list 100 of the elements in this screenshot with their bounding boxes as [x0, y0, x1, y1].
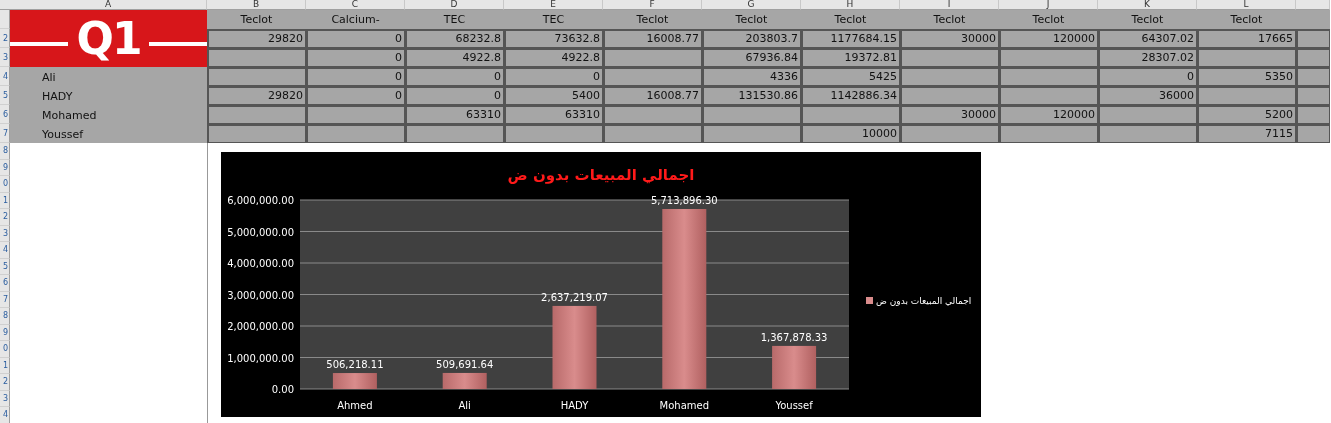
header-cell: TEC — [504, 10, 603, 29]
header-cell: Teclot — [900, 10, 999, 29]
column-header[interactable]: A — [10, 0, 207, 10]
column-header[interactable]: G — [702, 0, 801, 10]
table-cell: 67936.84 — [702, 48, 801, 67]
table-cell: 131530.86 — [702, 86, 801, 105]
header-cell: Teclot — [603, 10, 702, 29]
row-number[interactable]: 2 — [0, 374, 10, 391]
header-cell: Teclot — [1098, 10, 1197, 29]
header-cell: Teclot — [801, 10, 900, 29]
table-cell: 5200 — [1197, 105, 1296, 124]
row-number[interactable]: 2 — [0, 209, 10, 226]
table-cell: 73632.8 — [504, 29, 603, 48]
table-cell: 19372.81 — [801, 48, 900, 67]
table-cell: 16008.77 — [603, 86, 702, 105]
value-label: 5,713,896.30 — [650, 195, 718, 206]
table-cell: 0 — [405, 86, 504, 105]
table-cell: 10000 — [801, 124, 900, 143]
table-cell: 0 — [1098, 67, 1197, 86]
table-cell: 203803.7 — [702, 29, 801, 48]
y-tick-label: 3,000,000.00 — [227, 289, 294, 301]
column-header[interactable]: H — [801, 0, 900, 10]
category-label: Youssef — [775, 400, 813, 411]
table-cell: 5350 — [1197, 67, 1296, 86]
category-label: Ali — [458, 400, 471, 411]
row-number[interactable]: 9 — [0, 324, 10, 341]
column-header[interactable]: I — [900, 0, 999, 10]
category-label: Mohamed — [659, 400, 710, 411]
legend-swatch — [866, 297, 873, 304]
row-number[interactable]: 4 — [0, 407, 10, 423]
table-cell: 1142886.34 — [801, 86, 900, 105]
row-number[interactable]: 5 — [0, 258, 10, 275]
y-tick-label: 2,000,000.00 — [227, 321, 294, 332]
table-cell: 68232.8 — [405, 29, 504, 48]
row-number[interactable]: 3 — [0, 390, 10, 407]
bar — [332, 373, 377, 389]
value-label: 509,691.64 — [436, 358, 494, 370]
row-number[interactable]: 6 — [0, 275, 10, 292]
column-header[interactable]: B — [207, 0, 306, 10]
legend-label: اجمالي المبيعات بدون ض — [876, 296, 972, 306]
column-header[interactable]: K — [1098, 0, 1197, 10]
header-cell: Teclot — [702, 10, 801, 29]
value-label: 2,637,219.07 — [541, 291, 608, 303]
row-number[interactable]: 7 — [0, 124, 10, 143]
header-cell: TEC — [405, 10, 504, 29]
name-cell: HADY — [10, 86, 207, 105]
value-label: 506,218.11 — [326, 359, 384, 371]
y-tick-label: 0.00 — [271, 384, 294, 395]
column-header[interactable] — [1296, 0, 1330, 10]
table-cell: 5425 — [801, 67, 900, 86]
table-cell: 17665 — [1197, 29, 1296, 48]
header-cell: Teclot — [207, 10, 306, 29]
table-cell: 0 — [306, 86, 405, 105]
table-cell: 4922.8 — [405, 48, 504, 67]
table-cell: 63310 — [405, 105, 504, 124]
table-cell: 0 — [504, 67, 603, 86]
column-header[interactable]: D — [405, 0, 504, 10]
row-number[interactable]: 7 — [0, 291, 10, 308]
table-cell: 16008.77 — [603, 29, 702, 48]
column-header[interactable]: C — [306, 0, 405, 10]
row-number[interactable]: 0 — [0, 341, 10, 358]
column-header[interactable]: F — [603, 0, 702, 10]
row-number[interactable]: 3 — [0, 225, 10, 242]
row-number[interactable]: 9 — [0, 159, 10, 176]
table-cell: 4336 — [702, 67, 801, 86]
header-cell: Calcium- — [306, 10, 405, 29]
value-label: 1,367,878.33 — [760, 331, 828, 343]
row-number[interactable] — [0, 10, 10, 29]
row-number[interactable]: 0 — [0, 176, 10, 193]
y-tick-label: 5,000,000.00 — [227, 226, 294, 238]
logo: Q1 — [10, 10, 207, 67]
table-cell: 0 — [306, 29, 405, 48]
table-cell: 4922.8 — [504, 48, 603, 67]
category-label: Ahmed — [337, 400, 373, 411]
table-cell: 0 — [405, 67, 504, 86]
chart-title: اجمالي المبيعات بدون ض — [507, 166, 695, 184]
select-all-corner[interactable] — [0, 0, 10, 10]
table-cell: 64307.02 — [1098, 29, 1197, 48]
category-label: HADY — [560, 400, 589, 411]
bar — [772, 345, 817, 389]
row-number[interactable]: 8 — [0, 308, 10, 325]
header-cell: Teclot — [999, 10, 1098, 29]
row-number[interactable]: 8 — [0, 143, 10, 160]
table-cell: 36000 — [1098, 86, 1197, 105]
row-number[interactable]: 1 — [0, 357, 10, 374]
table-cell: 63310 — [504, 105, 603, 124]
y-tick-label: 4,000,000.00 — [227, 258, 294, 269]
y-tick-label: 1,000,000.00 — [227, 352, 294, 364]
table-cell: 7115 — [1197, 124, 1296, 143]
table-cell: 5400 — [504, 86, 603, 105]
row-number[interactable]: 4 — [0, 242, 10, 259]
column-header[interactable]: L — [1197, 0, 1296, 10]
table-cell: 120000 — [999, 29, 1098, 48]
row-number[interactable]: 1 — [0, 192, 10, 209]
header-cell: Teclot — [1197, 10, 1296, 29]
table-cell: 120000 — [999, 105, 1098, 124]
table-cell: 0 — [306, 67, 405, 86]
column-header[interactable]: J — [999, 0, 1098, 10]
column-header[interactable]: E — [504, 0, 603, 10]
table-cell: 29820 — [207, 29, 306, 48]
